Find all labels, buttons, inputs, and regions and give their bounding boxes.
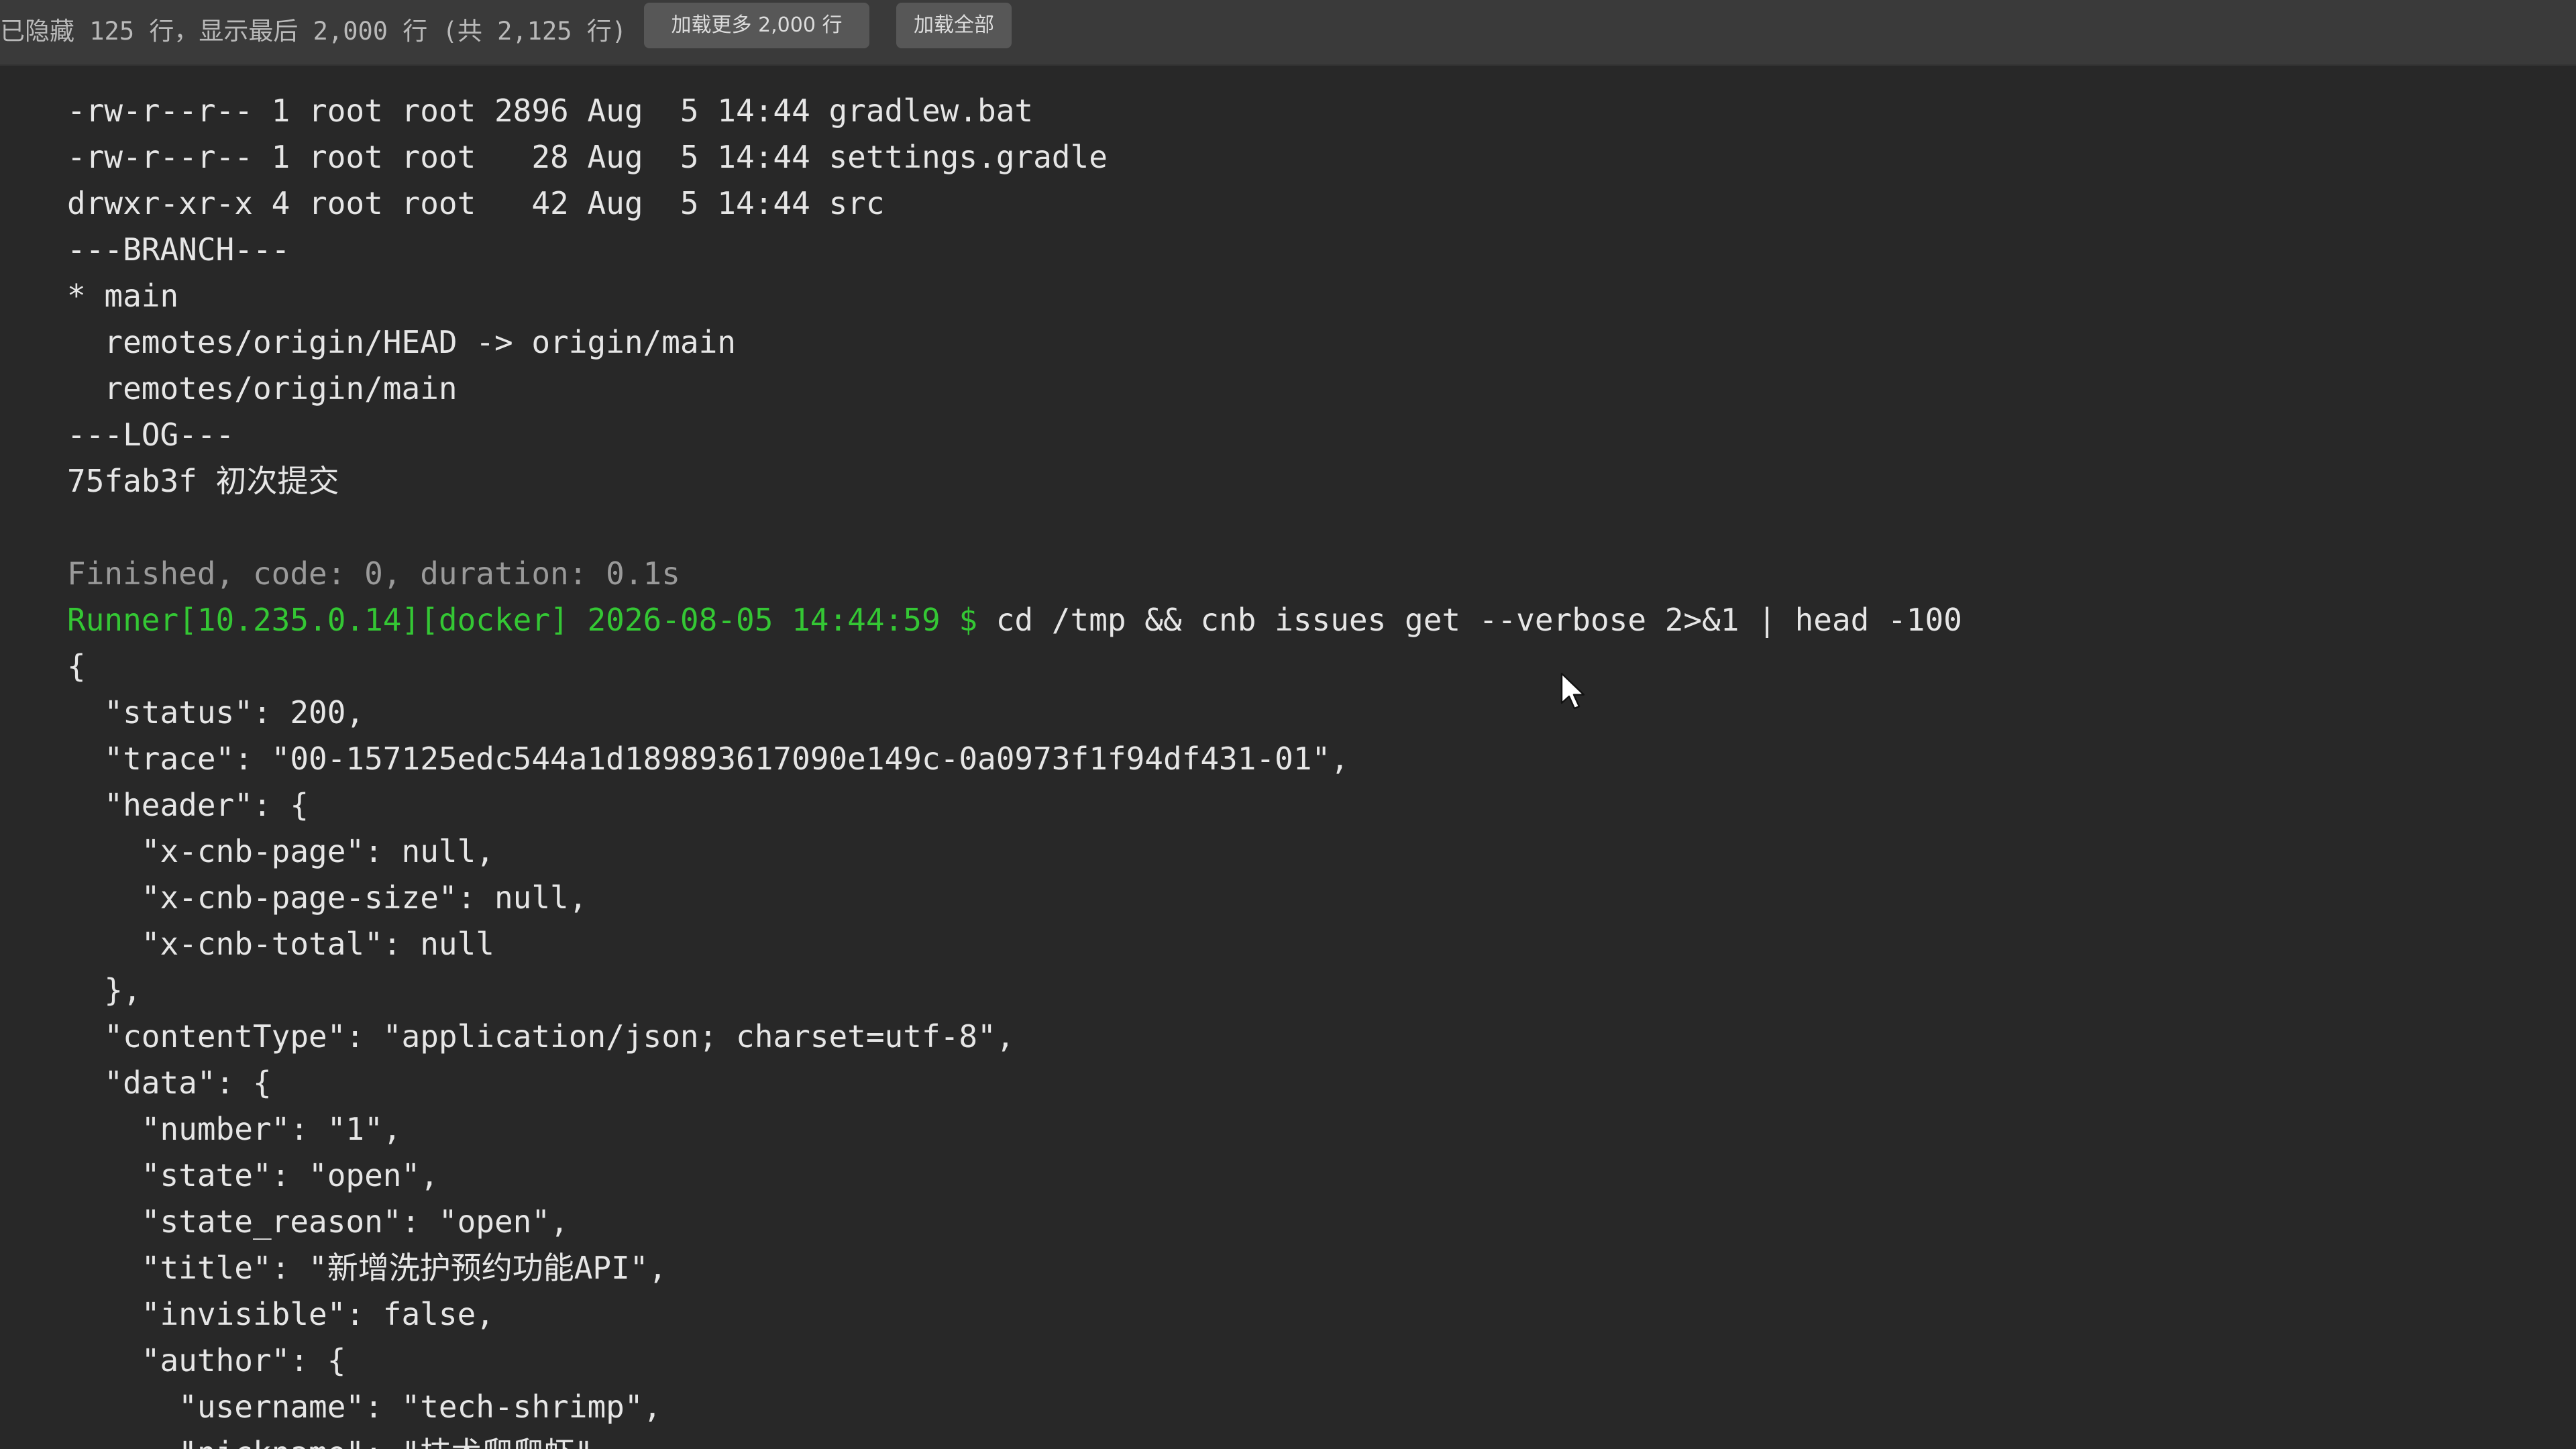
output-line: * main [67,278,179,314]
output-line: drwxr-xr-x 4 root root 42 Aug 5 14:44 sr… [67,185,885,221]
mouse-pointer-icon [1560,672,1585,710]
output-line: "invisible": false, [67,1296,494,1332]
output-line: }, [67,972,142,1008]
output-line: "x-cnb-total": null [67,926,494,962]
load-all-button[interactable]: 加载全部 [896,3,1012,48]
hidden-lines-info: 已隐藏 125 行，显示最后 2,000 行 (共 2,125 行) [0,17,627,46]
output-line: "header": { [67,787,309,823]
output-line: "state": "open", [67,1157,439,1193]
output-line: "author": { [67,1342,346,1379]
output-line: remotes/origin/main [67,370,458,407]
output-line: "state_reason": "open", [67,1203,569,1240]
load-more-button[interactable]: 加载更多 2,000 行 [644,3,869,48]
output-line: ---LOG--- [67,417,235,453]
output-line: "x-cnb-page-size": null, [67,879,588,916]
command-text: cd /tmp && cnb issues get --verbose 2>&1… [977,602,1962,638]
output-toolbar: 已隐藏 125 行，显示最后 2,000 行 (共 2,125 行) 加载更多 … [0,0,2576,66]
finished-status-line: Finished, code: 0, duration: 0.1s [67,555,680,592]
command-line: Runner[10.235.0.14][docker] 2026-08-05 1… [67,597,1962,643]
output-line: "nickname": "技术爬爬虾", [67,1430,611,1449]
output-line: ---BRANCH--- [67,231,290,268]
output-line: 75fab3f 初次提交 [67,463,339,499]
output-line: "x-cnb-page": null, [67,833,494,869]
output-line: "username": "tech-shrimp", [67,1389,662,1425]
output-line: remotes/origin/HEAD -> origin/main [67,324,736,360]
terminal-output[interactable]: -rw-r--r-- 1 root root 2896 Aug 5 14:44 … [0,66,2576,1449]
output-line: "contentType": "application/json; charse… [67,1018,1015,1055]
runner-prompt: Runner[10.235.0.14][docker] 2026-08-05 1… [67,602,978,638]
output-line: "status": 200, [67,694,365,731]
output-line: -rw-r--r-- 1 root root 28 Aug 5 14:44 se… [67,139,1108,175]
output-line: "trace": "00-157125edc544a1d189893617090… [67,741,1349,777]
output-line: "number": "1", [67,1111,402,1147]
output-line: "title": "新增洗护预约功能API", [67,1250,667,1286]
output-line: { [67,648,86,684]
output-line: "data": { [67,1065,272,1101]
output-line: -rw-r--r-- 1 root root 2896 Aug 5 14:44 … [67,93,1034,129]
